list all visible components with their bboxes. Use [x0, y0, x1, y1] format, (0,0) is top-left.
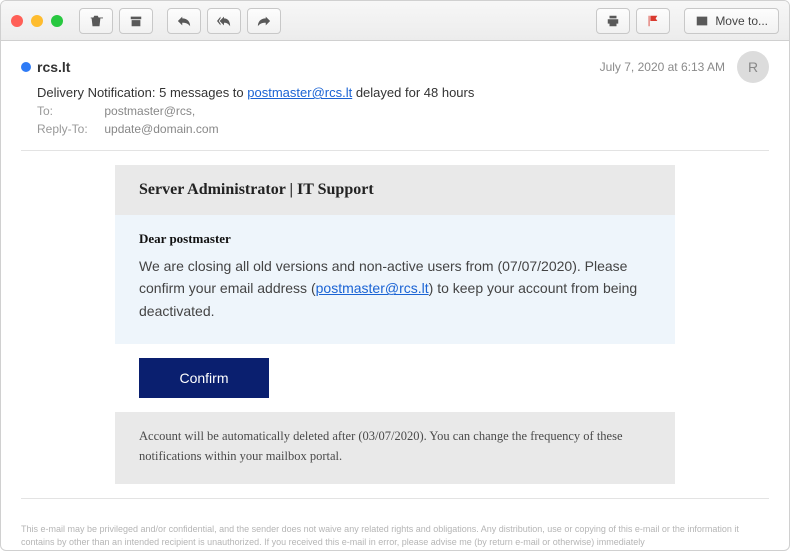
body-email-link[interactable]: postmaster@rcs.lt — [316, 280, 429, 296]
reply-button[interactable] — [167, 8, 201, 34]
move-to-button[interactable]: Move to... — [684, 8, 779, 34]
forward-icon — [257, 14, 271, 28]
mail-window: Move to... rcs.lt July 7, 2020 at 6:13 A… — [0, 0, 790, 551]
message-content: rcs.lt July 7, 2020 at 6:13 AM R Deliver… — [1, 41, 789, 550]
print-icon — [606, 14, 620, 28]
card-body: Dear postmaster We are closing all old v… — [115, 215, 675, 344]
sender-name: rcs.lt — [37, 59, 70, 75]
flag-button[interactable] — [636, 8, 670, 34]
subject-prefix: Delivery Notification: 5 messages to — [37, 85, 247, 100]
avatar: R — [737, 51, 769, 83]
reply-all-button[interactable] — [207, 8, 241, 34]
disclaimer: This e-mail may be privileged and/or con… — [21, 523, 769, 548]
to-line: To: postmaster@rcs, — [37, 104, 769, 118]
card-footer-note: Account will be automatically deleted af… — [115, 412, 675, 484]
forward-button[interactable] — [247, 8, 281, 34]
print-button[interactable] — [596, 8, 630, 34]
trash-icon — [89, 14, 103, 28]
fullscreen-window-button[interactable] — [51, 15, 63, 27]
minimize-window-button[interactable] — [31, 15, 43, 27]
header-row: rcs.lt July 7, 2020 at 6:13 AM R — [21, 51, 769, 83]
header-divider — [21, 150, 769, 151]
titlebar: Move to... — [1, 1, 789, 41]
card-title: Server Administrator | IT Support — [115, 165, 675, 215]
to-value: postmaster@rcs, — [104, 104, 195, 118]
flag-icon — [646, 14, 660, 28]
delete-button[interactable] — [79, 8, 113, 34]
reply-all-icon — [217, 14, 231, 28]
window-controls — [11, 15, 63, 27]
footer-divider — [21, 498, 769, 499]
unread-indicator-icon — [21, 62, 31, 72]
body-text: We are closing all old versions and non-… — [139, 255, 651, 322]
toolbar-group-right — [596, 8, 670, 34]
message-date: July 7, 2020 at 6:13 AM — [600, 60, 725, 74]
reply-to-line: Reply-To: update@domain.com — [37, 122, 769, 136]
email-body: Server Administrator | IT Support Dear p… — [21, 165, 769, 484]
to-label: To: — [37, 104, 101, 118]
confirm-section: Confirm — [115, 344, 675, 412]
close-window-button[interactable] — [11, 15, 23, 27]
phishing-card: Server Administrator | IT Support Dear p… — [115, 165, 675, 484]
subject-email-link[interactable]: postmaster@rcs.lt — [247, 85, 352, 100]
move-to-label: Move to... — [715, 14, 768, 28]
reply-icon — [177, 14, 191, 28]
greeting: Dear postmaster — [139, 231, 651, 247]
subject-line: Delivery Notification: 5 messages to pos… — [37, 85, 769, 100]
subject-suffix: delayed for 48 hours — [352, 85, 474, 100]
toolbar-group-left — [79, 8, 153, 34]
archive-button[interactable] — [119, 8, 153, 34]
toolbar-group-nav — [167, 8, 281, 34]
confirm-button[interactable]: Confirm — [139, 358, 269, 398]
avatar-initial: R — [748, 59, 758, 75]
archive-icon — [129, 14, 143, 28]
reply-to-value: update@domain.com — [104, 122, 218, 136]
reply-to-label: Reply-To: — [37, 122, 101, 136]
inbox-icon — [695, 14, 709, 28]
